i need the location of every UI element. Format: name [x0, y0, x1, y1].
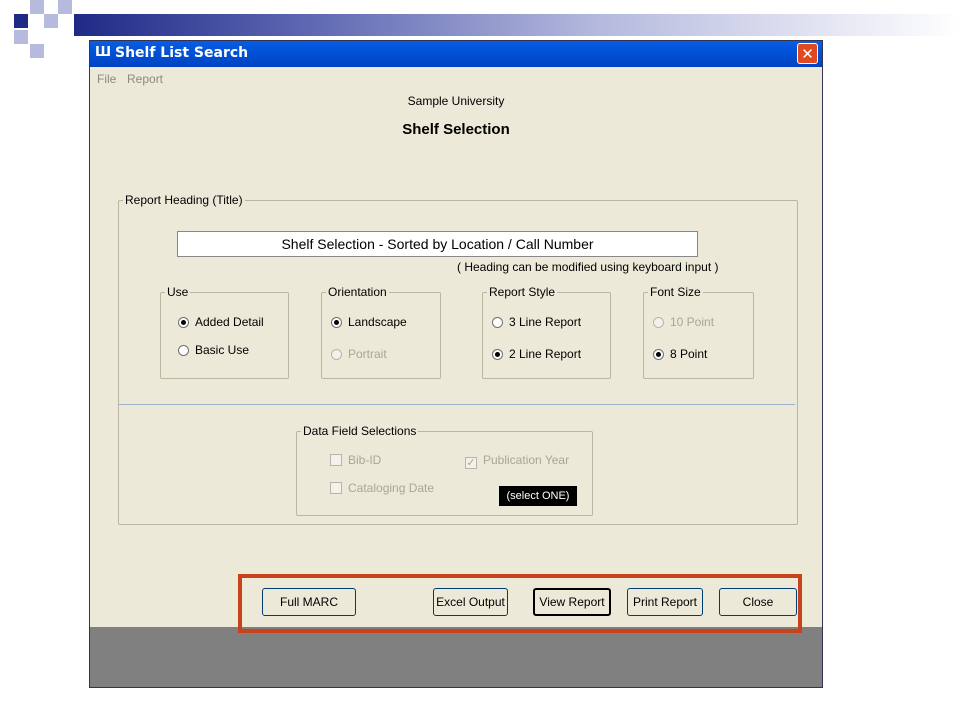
radio-unselected-icon	[492, 317, 503, 328]
option-label: Bib-ID	[348, 453, 382, 467]
report-style-group: Report Style	[482, 285, 611, 379]
option-label: Cataloging Date	[348, 481, 435, 495]
option-label: 2 Line Report	[509, 347, 582, 361]
publication-year-checkbox[interactable]: ✓ Publication Year	[465, 453, 569, 469]
window-footer-area	[90, 627, 822, 687]
option-label: 8 Point	[670, 347, 708, 361]
slide-decoration-square	[30, 0, 44, 14]
menu-bar: File Report	[90, 68, 822, 88]
radio-selected-icon	[178, 317, 189, 328]
radio-selected-icon	[492, 349, 503, 360]
option-label: Publication Year	[483, 453, 570, 467]
report-heading-input[interactable]: Shelf Selection - Sorted by Location / C…	[177, 231, 698, 257]
slide-decoration-square	[58, 0, 72, 14]
radio-disabled-icon	[331, 349, 342, 360]
menu-report[interactable]: Report	[127, 72, 163, 86]
font-size-group: Font Size	[643, 285, 754, 379]
option-label: 10 Point	[670, 315, 715, 329]
orientation-landscape-radio[interactable]: Landscape	[331, 315, 407, 329]
orientation-group: Orientation	[321, 285, 441, 379]
radio-disabled-icon	[653, 317, 664, 328]
radio-selected-icon	[331, 317, 342, 328]
report-style-legend: Report Style	[489, 285, 556, 299]
use-group: Use	[160, 285, 289, 379]
option-label: Portrait	[348, 347, 387, 361]
slide-header-bar	[74, 14, 960, 36]
report-style-2-line-radio[interactable]: 2 Line Report	[492, 347, 581, 361]
option-label: Added Detail	[195, 315, 264, 329]
section-divider	[119, 404, 795, 405]
use-basic-use-radio[interactable]: Basic Use	[178, 343, 249, 357]
use-legend: Use	[167, 285, 189, 299]
report-style-3-line-radio[interactable]: 3 Line Report	[492, 315, 581, 329]
organization-name: Sample University	[407, 94, 505, 108]
close-window-icon[interactable]: ✕	[797, 43, 818, 64]
cataloging-date-checkbox[interactable]: Cataloging Date	[330, 481, 434, 495]
app-icon: Ш	[94, 45, 112, 60]
bib-id-checkbox[interactable]: Bib-ID	[330, 453, 381, 467]
slide-decoration-square	[14, 30, 28, 44]
menu-file[interactable]: File	[97, 72, 116, 86]
buttons-highlight-box	[238, 574, 802, 633]
radio-selected-icon	[653, 349, 664, 360]
orientation-legend: Orientation	[328, 285, 387, 299]
slide-decoration-square	[30, 44, 44, 58]
title-bar[interactable]: Ш Shelf List Search ✕	[90, 41, 822, 67]
option-label: Landscape	[348, 315, 407, 329]
window-title: Shelf List Search	[115, 45, 249, 61]
slide-decoration-square	[14, 14, 28, 28]
checkbox-unchecked-icon	[330, 454, 342, 466]
font-size-10-point-radio[interactable]: 10 Point	[653, 315, 714, 329]
option-label: Basic Use	[195, 343, 250, 357]
heading-hint: ( Heading can be modified using keyboard…	[457, 260, 719, 274]
font-size-legend: Font Size	[650, 285, 701, 299]
font-size-8-point-radio[interactable]: 8 Point	[653, 347, 707, 361]
page-title: Shelf Selection	[402, 121, 510, 138]
use-added-detail-radio[interactable]: Added Detail	[178, 315, 264, 329]
select-one-hint: (select ONE)	[499, 486, 577, 506]
slide-decoration-square	[44, 14, 58, 28]
checkbox-unchecked-icon	[330, 482, 342, 494]
option-label: 3 Line Report	[509, 315, 582, 329]
data-field-selections-legend: Data Field Selections	[303, 424, 417, 438]
checkbox-checked-icon: ✓	[465, 456, 477, 469]
radio-unselected-icon	[178, 345, 189, 356]
report-heading-legend: Report Heading (Title)	[125, 193, 243, 207]
orientation-portrait-radio[interactable]: Portrait	[331, 347, 387, 361]
